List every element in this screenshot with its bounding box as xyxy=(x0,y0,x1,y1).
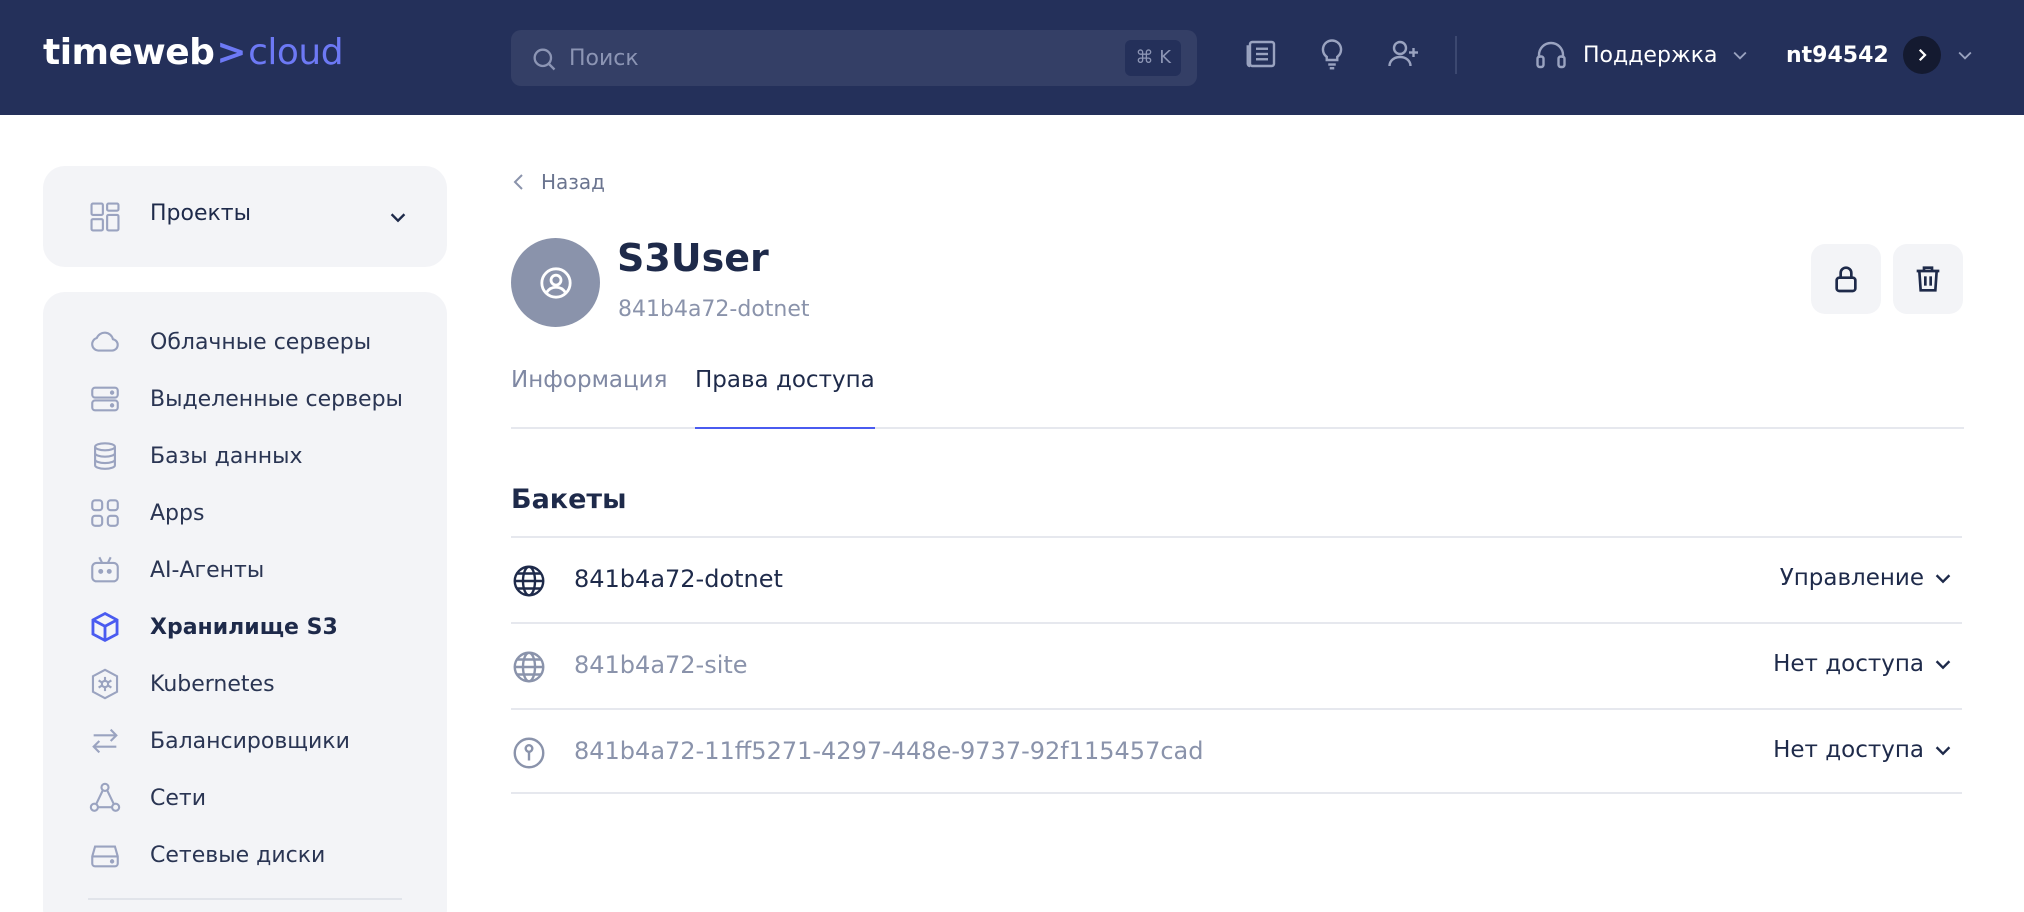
sidebar-nav: Облачные серверы Выделенные серверы Базы… xyxy=(43,292,447,912)
sidebar-item-label: Балансировщики xyxy=(150,728,350,754)
sidebar-item-apps[interactable]: Apps xyxy=(88,493,204,533)
bucket-row: 841b4a72-11ff5271-4297-448e-9737-92f1154… xyxy=(511,708,1962,794)
chevron-down-icon xyxy=(1935,746,1951,756)
bucket-row: 841b4a72-dotnet Управление xyxy=(511,536,1962,622)
access-label: Нет доступа xyxy=(1773,737,1924,763)
lock-icon xyxy=(1835,266,1857,293)
sidebar-item-label: AI-Агенты xyxy=(150,557,265,583)
robot-icon xyxy=(91,556,119,583)
search-icon xyxy=(533,48,556,71)
back-link[interactable]: Назад xyxy=(511,170,605,194)
delete-button[interactable] xyxy=(1893,244,1963,314)
projects-dropdown[interactable]: Проекты xyxy=(43,166,447,267)
search-shortcut-badge: ⌘ K xyxy=(1125,40,1181,76)
sidebar-divider xyxy=(88,898,402,900)
chevron-down-icon xyxy=(1733,51,1746,60)
page-title: S3User xyxy=(617,236,769,280)
cloud-icon xyxy=(91,331,119,352)
support-label: Поддержка xyxy=(1583,42,1718,68)
news-icon[interactable] xyxy=(1244,36,1280,72)
chevron-down-icon xyxy=(390,213,406,223)
chevron-left-icon xyxy=(513,174,523,190)
access-label: Управление xyxy=(1779,565,1924,591)
page-subtitle: 841b4a72-dotnet xyxy=(618,297,810,322)
username: nt94542 xyxy=(1786,42,1889,68)
sidebar-item-label: Сети xyxy=(150,785,207,811)
access-dropdown[interactable]: Управление xyxy=(1780,565,1954,591)
sidebar-item-ai-agents[interactable]: AI-Агенты xyxy=(88,550,264,590)
trash-icon xyxy=(1916,266,1940,292)
lock-button[interactable] xyxy=(1811,244,1881,314)
database-icon xyxy=(94,442,116,470)
search-bar[interactable]: ⌘ K xyxy=(511,30,1197,86)
chevron-down-icon xyxy=(1958,51,1972,60)
user-arrow-button[interactable] xyxy=(1902,36,1941,74)
section-title: Бакеты xyxy=(511,484,627,515)
tabs: Информация Права доступа xyxy=(511,367,1964,429)
bucket-name: 841b4a72-11ff5271-4297-448e-9737-92f1154… xyxy=(574,737,1204,765)
access-label: Нет доступа xyxy=(1773,651,1924,677)
chevron-down-icon xyxy=(1935,574,1951,584)
sidebar-item-kubernetes[interactable]: Kubernetes xyxy=(88,664,275,704)
private-icon xyxy=(513,737,545,769)
globe-icon xyxy=(513,651,545,683)
sidebar-item-networks[interactable]: Сети xyxy=(88,778,206,818)
add-user-icon[interactable] xyxy=(1385,36,1421,72)
sidebar-item-label: Сетевые диски xyxy=(150,842,326,868)
server-icon xyxy=(91,386,119,412)
network-icon xyxy=(89,782,121,812)
logo[interactable]: timeweb>cloud xyxy=(43,32,344,73)
projects-label: Проекты xyxy=(150,201,251,226)
bucket-name: 841b4a72-dotnet xyxy=(574,565,783,593)
lightbulb-icon[interactable] xyxy=(1314,36,1350,72)
cube-icon xyxy=(91,611,119,643)
top-bar: timeweb>cloud ⌘ K Поддержка nt94542 xyxy=(0,0,2024,115)
headset-icon xyxy=(1536,41,1566,69)
back-label: Назад xyxy=(541,170,606,194)
support-menu[interactable]: Поддержка xyxy=(1533,36,1764,74)
sidebar-item-s3-storage[interactable]: Хранилище S3 xyxy=(88,607,338,647)
chevron-right-icon xyxy=(1918,48,1927,62)
apps-icon xyxy=(91,499,119,527)
sidebar-item-databases[interactable]: Базы данных xyxy=(88,436,303,476)
sidebar-item-label: Базы данных xyxy=(150,443,303,469)
bucket-row: 841b4a72-site Нет доступа xyxy=(511,622,1962,708)
arrows-icon xyxy=(92,728,118,754)
sidebar-item-label: Apps xyxy=(150,500,205,526)
grid-icon xyxy=(90,202,120,232)
access-dropdown[interactable]: Нет доступа xyxy=(1773,737,1954,763)
bucket-name: 841b4a72-site xyxy=(574,651,748,679)
sidebar-item-label: Kubernetes xyxy=(150,671,275,697)
sidebar-item-label: Хранилище S3 xyxy=(150,614,338,640)
avatar xyxy=(511,238,600,327)
tab-information[interactable]: Информация xyxy=(511,367,667,429)
access-dropdown[interactable]: Нет доступа xyxy=(1773,651,1954,677)
user-menu[interactable]: nt94542 xyxy=(1786,36,1975,74)
user-circle-icon xyxy=(539,266,572,299)
globe-icon xyxy=(513,565,545,597)
chevron-down-icon xyxy=(1935,660,1951,670)
sidebar-item-balancers[interactable]: Балансировщики xyxy=(88,721,350,761)
disk-icon xyxy=(91,845,119,868)
sidebar-item-dedicated-servers[interactable]: Выделенные серверы xyxy=(88,379,403,419)
header-divider xyxy=(1455,36,1457,74)
tab-access-rights[interactable]: Права доступа xyxy=(695,367,875,429)
sidebar-item-label: Облачные серверы xyxy=(150,329,372,355)
sidebar-item-network-disks[interactable]: Сетевые диски xyxy=(88,835,325,875)
sidebar-item-cloud-servers[interactable]: Облачные серверы xyxy=(88,322,371,362)
kubernetes-icon xyxy=(91,668,119,700)
search-input[interactable] xyxy=(569,38,1089,78)
sidebar-item-label: Выделенные серверы xyxy=(150,386,403,412)
